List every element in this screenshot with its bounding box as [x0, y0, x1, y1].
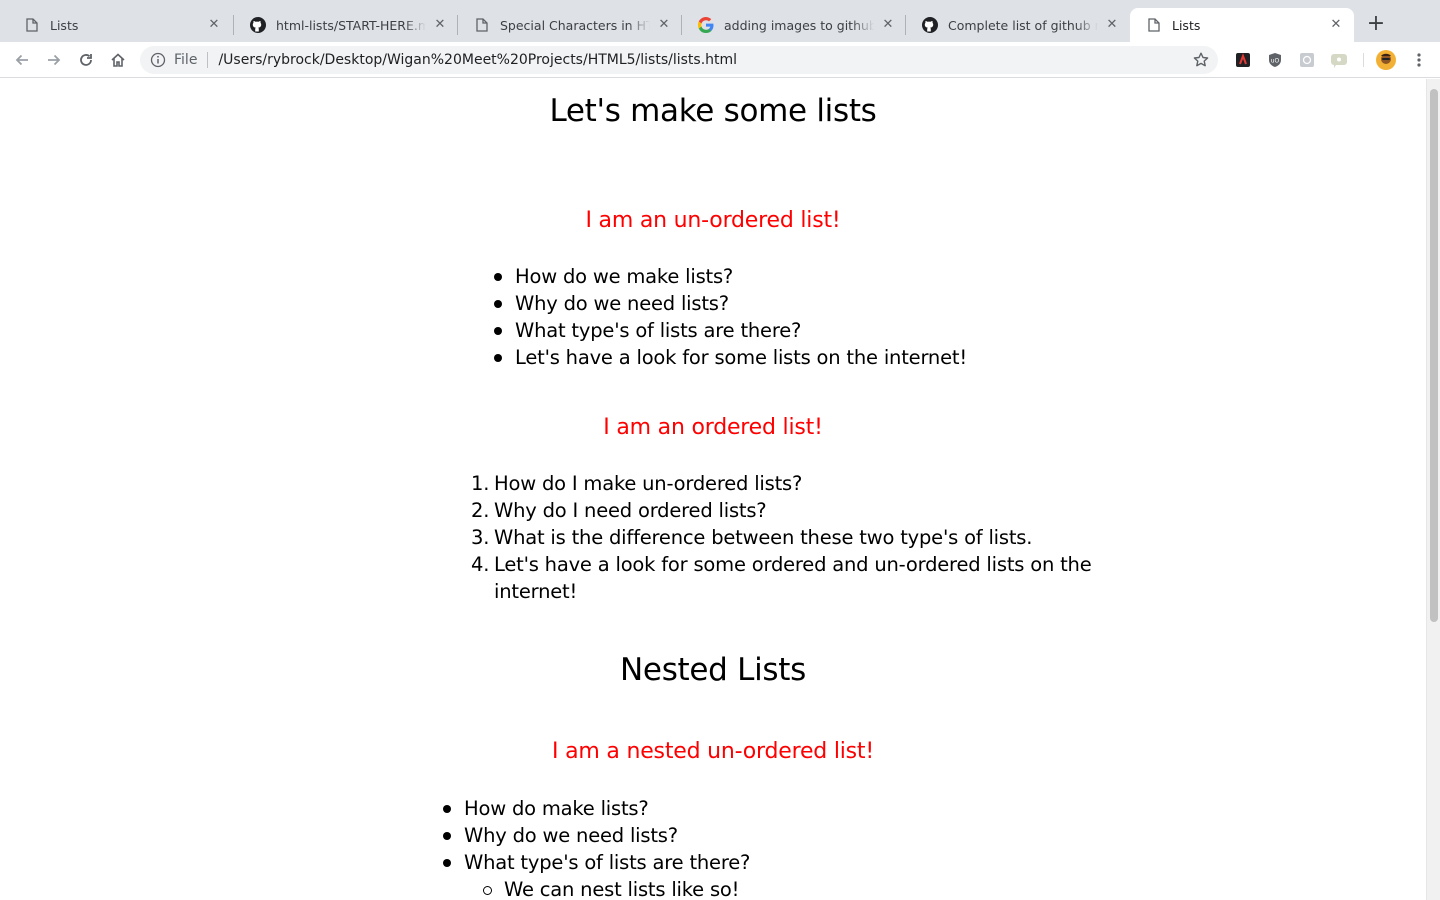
tab-title: adding images to github readme — [724, 17, 874, 33]
close-icon[interactable]: ✕ — [880, 17, 896, 33]
extension-red-icon[interactable] — [1234, 51, 1252, 69]
list-item-text: We can nest lists like so! — [504, 878, 740, 900]
nested-lists-title: Nested Lists — [620, 652, 806, 688]
close-icon[interactable]: ✕ — [1328, 17, 1344, 33]
list-item: How do make lists? — [443, 795, 750, 822]
page-title: Let's make some lists — [549, 93, 877, 129]
bullet-icon — [443, 805, 451, 813]
toolbar: File /Users/rybrock/Desktop/Wigan%20Meet… — [0, 42, 1440, 78]
page-icon — [24, 17, 40, 33]
tab-title: Complete list of github markdown — [948, 17, 1098, 33]
list-item-text: How do we make lists? — [515, 265, 734, 288]
tab-title: Lists — [50, 17, 79, 33]
list-number: 3. — [471, 526, 490, 549]
list-item: 3. What is the difference between these t… — [471, 524, 1094, 551]
list-item-text: How do make lists? — [464, 797, 649, 820]
github-icon — [922, 17, 938, 33]
list-item: How do we make lists? — [494, 263, 967, 290]
list-item-text: What type's of lists are there? — [515, 319, 802, 342]
page-viewport: Let's make some lists I am an un-ordered… — [0, 79, 1426, 900]
list-item: What type's of lists are there? — [494, 317, 967, 344]
tab-special-characters[interactable]: Special Characters in HTML ✕ — [458, 8, 682, 42]
scheme-label: File — [174, 52, 198, 68]
tab-strip: Lists ✕ html-lists/START-HERE.md at mast… — [0, 0, 1440, 42]
list-item: Let's have a look for some lists on the … — [494, 344, 967, 371]
ordered-list-heading: I am an ordered list! — [603, 415, 823, 440]
back-button[interactable] — [10, 48, 34, 72]
bullet-icon — [494, 327, 502, 335]
home-icon — [111, 53, 125, 67]
list-item: Why do we need lists? — [494, 290, 967, 317]
list-item: 1. How do I make un-ordered lists? — [471, 470, 1094, 497]
arrow-right-icon — [48, 54, 61, 66]
list-item-text: What type's of lists are there? — [464, 851, 751, 874]
google-icon — [698, 17, 714, 33]
forward-button[interactable] — [42, 48, 66, 72]
list-item: What type's of lists are there? We can n… — [443, 849, 751, 900]
nested-unordered-list: How do make lists? Why do we need lists?… — [443, 795, 751, 900]
menu-icon[interactable] — [1410, 51, 1428, 69]
star-icon — [1193, 52, 1209, 67]
ublock-icon[interactable]: uO — [1266, 51, 1284, 69]
nested-list-item: We can nest lists like so! — [483, 876, 750, 900]
bullet-icon — [443, 832, 451, 840]
tab-title: html-lists/START-HERE.md at master — [276, 17, 426, 33]
scrollbar-thumb[interactable] — [1430, 89, 1438, 622]
list-item: 2. Why do I need ordered lists? — [471, 497, 1094, 524]
circle-bullet-icon — [483, 886, 492, 895]
list-number: 4. — [471, 553, 490, 576]
nested-list-heading: I am a nested un-ordered list! — [552, 739, 874, 764]
tab-lists-active[interactable]: Lists ✕ — [1130, 8, 1354, 42]
list-item-text: Let's have a look for some lists on the … — [515, 346, 967, 369]
unordered-list-heading: I am an un-ordered list! — [585, 208, 841, 233]
github-icon — [250, 17, 266, 33]
extension-chat-icon[interactable] — [1330, 51, 1348, 69]
bullet-icon — [494, 300, 502, 308]
page-icon — [474, 17, 490, 33]
close-icon[interactable]: ✕ — [1104, 17, 1120, 33]
list-item-text: Why do I need ordered lists? — [494, 499, 767, 522]
info-icon — [150, 52, 166, 68]
list-item-text: Why do we need lists? — [515, 292, 729, 315]
tab-google-search[interactable]: adding images to github readme ✕ — [682, 8, 906, 42]
bullet-icon — [443, 859, 451, 867]
list-number: 1. — [471, 472, 490, 495]
list-item: 4. Let's have a look for some ordered and… — [471, 551, 1094, 605]
avatar[interactable] — [1376, 50, 1396, 70]
page-icon — [1146, 17, 1162, 33]
address-bar[interactable]: File /Users/rybrock/Desktop/Wigan%20Meet… — [140, 46, 1218, 74]
omnibox-divider — [207, 52, 209, 68]
bullet-icon — [494, 354, 502, 362]
vertical-scrollbar[interactable] — [1426, 79, 1440, 900]
nested-sublist: We can nest lists like so! — [464, 876, 750, 900]
arrow-left-icon — [15, 54, 28, 66]
url-text[interactable]: /Users/rybrock/Desktop/Wigan%20Meet%20Pr… — [218, 52, 1192, 68]
tab-title: Lists — [1172, 17, 1201, 33]
list-item-text: Why do we need lists? — [464, 824, 678, 847]
tab-lists-1[interactable]: Lists ✕ — [8, 8, 232, 42]
tab-github-html-lists[interactable]: html-lists/START-HERE.md at master ✕ — [234, 8, 458, 42]
list-item: Why do we need lists? — [443, 822, 750, 849]
list-item-text: Let's have a look for some ordered and u… — [494, 553, 1092, 603]
unordered-list: How do we make lists? Why do we need lis… — [494, 263, 967, 371]
extension-grid-icon[interactable] — [1298, 51, 1316, 69]
toolbar-separator — [1363, 53, 1364, 67]
home-button[interactable] — [106, 48, 130, 72]
new-tab-button[interactable]: + — [1364, 13, 1388, 37]
svg-text:uO: uO — [1271, 58, 1280, 65]
tab-title: Special Characters in HTML — [500, 17, 650, 33]
reload-icon — [80, 54, 92, 66]
close-icon[interactable]: ✕ — [206, 17, 222, 33]
close-icon[interactable]: ✕ — [656, 17, 672, 33]
tab-github-markdown[interactable]: Complete list of github markdown ✕ — [906, 8, 1130, 42]
reload-button[interactable] — [74, 48, 98, 72]
ordered-list: 1. How do I make un-ordered lists? 2. Why … — [471, 470, 1094, 605]
list-item-text: What is the difference between these two… — [494, 526, 1033, 549]
close-icon[interactable]: ✕ — [432, 17, 448, 33]
bullet-icon — [494, 273, 502, 281]
list-item-text: How do I make un-ordered lists? — [494, 472, 803, 495]
list-number: 2. — [471, 499, 490, 522]
